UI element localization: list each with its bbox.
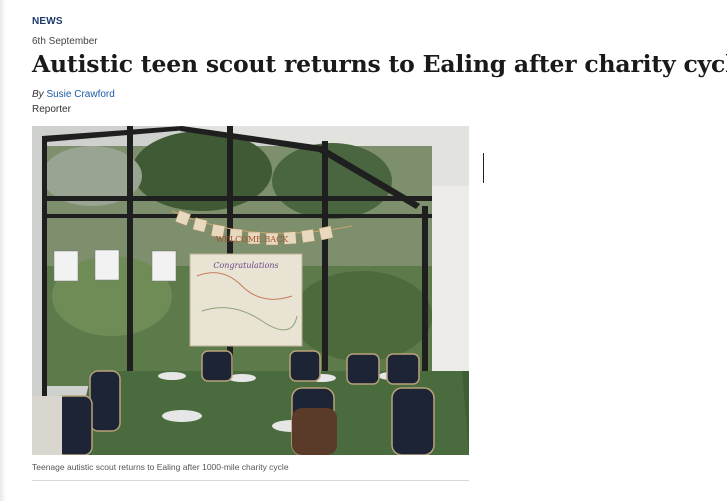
photo-caption: Teenage autistic scout returns to Ealing… xyxy=(32,462,289,472)
page-edge xyxy=(0,0,6,501)
article-headline: Autistic teen scout returns to Ealing af… xyxy=(32,50,727,78)
article-photo[interactable]: WELCOME BACK Congratulations xyxy=(32,126,469,455)
banner-text: WELCOME BACK xyxy=(216,235,289,244)
text-cursor xyxy=(483,153,484,183)
sign-text: Congratulations xyxy=(213,261,278,270)
author-role: Reporter xyxy=(32,104,71,115)
byline-prefix: By xyxy=(32,89,44,100)
byline: By Susie Crawford xyxy=(32,89,115,100)
conservatory-scene: WELCOME BACK Congratulations xyxy=(32,126,469,455)
article-date: 6th September xyxy=(32,36,98,47)
section-label[interactable]: NEWS xyxy=(32,16,63,27)
author-link[interactable]: Susie Crawford xyxy=(46,89,114,100)
caption-divider xyxy=(32,480,469,481)
